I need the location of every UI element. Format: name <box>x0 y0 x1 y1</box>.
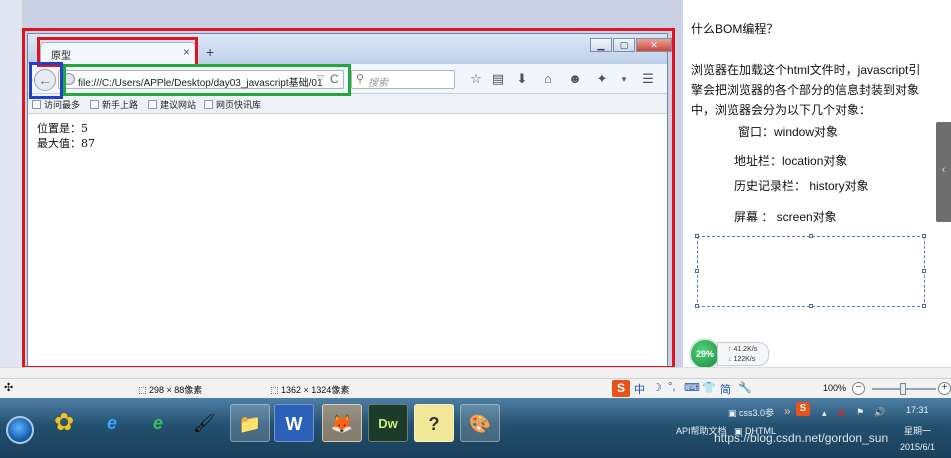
upload-speed: ↑ 41.2K/s <box>728 346 758 353</box>
notes-pane: 什么BOM编程？ 浏览器在加载这个html文件时，javascript引 擎会把… <box>683 0 951 370</box>
resize-handle[interactable] <box>695 234 699 238</box>
horizontal-scrollbar[interactable] <box>0 367 951 378</box>
resize-handle[interactable] <box>922 234 926 238</box>
notes-paragraph-line: 中，浏览器会分为以下几个对象： <box>691 103 872 117</box>
annotation-back-button-frame <box>29 62 63 99</box>
selection-size-readout: ⬚ 298 × 88像素 <box>138 385 203 395</box>
resize-handle[interactable] <box>922 304 926 308</box>
paint-icon[interactable]: 🖌 <box>184 404 224 442</box>
move-cursor-icon: ✣ <box>4 382 14 394</box>
tray-flag-icon[interactable]: ⚑ <box>856 407 864 418</box>
browser-icon[interactable]: e <box>138 404 178 442</box>
resize-handle[interactable] <box>695 304 699 308</box>
clock-weekday: 星期一 <box>904 426 932 436</box>
resize-handle[interactable] <box>695 269 699 273</box>
zoom-in-button[interactable]: + <box>938 382 951 395</box>
location-object-item: 地址栏：location对象 <box>734 154 848 168</box>
explorer-icon[interactable]: 📁 <box>230 404 270 442</box>
windows-taskbar: ✿ e e 🖌 📁 W 🦊 Dw ? 🎨 ▣ css3.0参 » S ▴ ● ⚑… <box>0 398 951 458</box>
download-speed: ↓ 122K/s <box>728 356 756 363</box>
drawing-icon[interactable]: 🎨 <box>460 404 500 442</box>
screen-object-item: 屏幕 ： screen对象 <box>734 210 837 224</box>
zoom-level: 100% <box>823 383 847 393</box>
dreamweaver-icon[interactable]: Dw <box>368 404 408 442</box>
network-speed-widget[interactable]: 29% ↑ 41.2K/s ↓ 122K/s <box>689 338 769 370</box>
sogou-logo-icon[interactable]: S <box>612 380 630 397</box>
selection-box[interactable] <box>695 234 926 308</box>
ime-toolbar[interactable]: S 中 ☽ °, ⌨ 👕 简 🔧 <box>612 380 772 397</box>
start-button[interactable] <box>6 416 34 444</box>
history-object-item: 历史记录栏： history对象 <box>734 179 869 193</box>
firefox-icon[interactable]: 🦊 <box>322 404 362 442</box>
speed-panel: ↑ 41.2K/s ↓ 122K/s <box>717 342 769 366</box>
tools-icon[interactable]: 🔧 <box>738 381 752 394</box>
notes-paragraph-line: 擎会把浏览器的各个部分的信息封装到对象 <box>691 83 920 97</box>
side-panel-tab[interactable]: ‹ <box>936 122 951 222</box>
tray-volume-icon[interactable]: 🔊 <box>874 407 885 418</box>
zoom-out-button[interactable]: − <box>852 382 865 395</box>
canvas-margin <box>0 0 22 367</box>
zoom-slider[interactable] <box>872 383 936 395</box>
ime-simplified[interactable]: 简 <box>720 381 731 397</box>
help-icon[interactable]: ? <box>414 404 454 442</box>
annotation-url-frame <box>63 64 351 96</box>
clock-date: 2015/6/1 <box>900 442 936 452</box>
tray-record-icon[interactable]: ● <box>838 407 845 419</box>
resize-handle[interactable] <box>809 304 813 308</box>
keyboard-icon[interactable]: ⌨ <box>684 381 700 394</box>
clock-time[interactable]: 17:31 <box>906 405 929 415</box>
ime-chinese-mode[interactable]: 中 <box>634 381 645 397</box>
image-size-readout: ⬚ 1362 × 1324像素 <box>270 385 350 395</box>
tray-item-css[interactable]: ▣ css3.0参 <box>728 406 774 419</box>
sogou-tray-icon[interactable]: S <box>796 402 810 416</box>
resize-handle[interactable] <box>922 269 926 273</box>
status-bar: ✣ ⬚ 298 × 88像素 ⬚ 1362 × 1324像素 S 中 ☽ °, … <box>0 378 951 398</box>
resize-handle[interactable] <box>809 234 813 238</box>
system-tray: ▣ css3.0参 » S ▴ ● ⚑ 🔊 API帮助文档 ▣ DHTML 17… <box>672 398 951 458</box>
tray-arrow-icon[interactable]: ▴ <box>822 408 827 419</box>
watermark: https://blog.csdn.net/gordon_sun <box>714 431 889 445</box>
qq-icon[interactable]: ✿ <box>44 404 84 442</box>
word-icon[interactable]: W <box>274 404 314 442</box>
notes-title: 什么BOM编程？ <box>691 22 779 36</box>
ime-punctuation-icon[interactable]: °, <box>668 381 675 393</box>
ime-moon-icon[interactable]: ☽ <box>652 381 662 394</box>
window-object-item: 窗口：window对象 <box>738 125 839 139</box>
tray-chevron-icon[interactable]: » <box>784 404 791 418</box>
skin-icon[interactable]: 👕 <box>702 381 716 394</box>
ie-icon[interactable]: e <box>92 404 132 442</box>
zoom-slider-thumb[interactable] <box>900 383 906 395</box>
notes-paragraph-line: 浏览器在加载这个html文件时，javascript引 <box>691 63 921 77</box>
